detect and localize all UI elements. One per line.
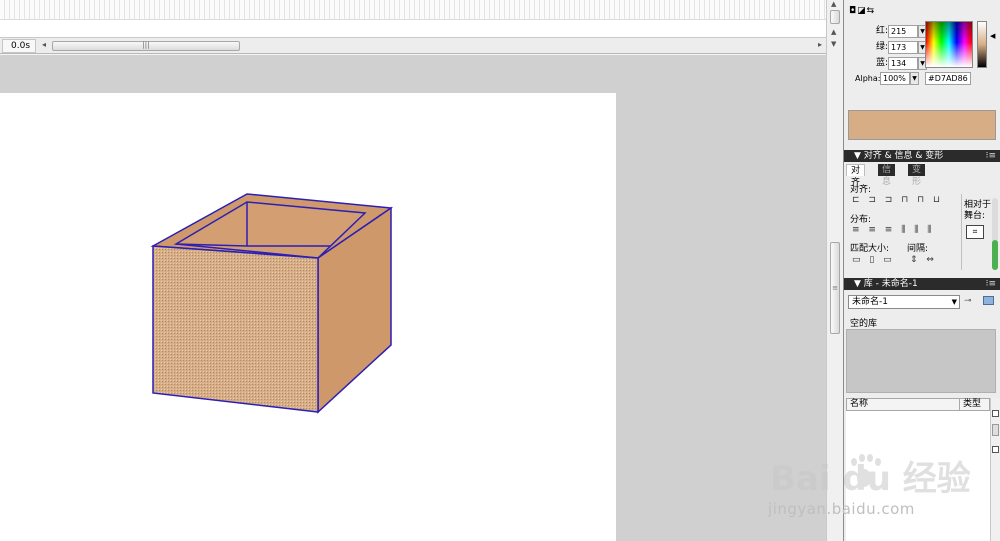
distribute-buttons[interactable]: ≡ ≡ ≡ ⫼ ⫼ ⫼ <box>852 225 934 237</box>
color-mixer-panel: ◘◪⇆ 红: 215 ▼ 绿: 173 ▼ 蓝: 134 ▼ Alpha: 10… <box>844 0 1000 148</box>
box-front-face <box>152 245 319 413</box>
align-panel-title[interactable]: ▼ 对齐 & 信息 & 变形 ⁝≡ <box>844 150 1000 162</box>
panel-menu-icon[interactable]: ⁝≡ <box>986 150 996 162</box>
elapsed-time-readout: 0.0s <box>2 39 36 53</box>
library-preview-area <box>846 329 996 393</box>
tab-transform[interactable]: 变形 <box>908 164 926 187</box>
watermark-url: jingyan.baidu.com <box>768 500 915 518</box>
library-panel-title-text: ▼ 库 - 未命名-1 <box>854 279 918 289</box>
slider-arrow-icon[interactable]: ◀ <box>990 32 995 40</box>
timeline-scroll-thumb[interactable]: ||| <box>52 41 240 51</box>
new-library-panel-icon[interactable] <box>983 296 994 305</box>
scroll-button[interactable] <box>992 410 999 417</box>
timeline-layers-area[interactable] <box>0 20 826 37</box>
library-scroll-thumb[interactable] <box>992 424 999 436</box>
scroll-up-icon[interactable]: ▲ <box>831 28 836 36</box>
align-panel-scrollbar[interactable] <box>992 198 998 270</box>
library-vertical-scrollbar[interactable] <box>990 398 1000 541</box>
divider <box>961 194 962 270</box>
panel-menu-icon[interactable]: ⁝≡ <box>986 278 996 290</box>
column-type[interactable]: 类型 <box>959 399 981 410</box>
red-input[interactable]: 215 <box>888 25 918 38</box>
align-buttons[interactable]: ⊏ ⊐ ⊐ ⊓ ⊓ ⊔ <box>852 195 943 207</box>
chevron-down-icon[interactable]: ▼ <box>952 296 957 308</box>
alpha-dropdown-button[interactable]: ▼ <box>910 72 919 85</box>
tab-align[interactable]: 对齐 <box>846 164 866 188</box>
color-tool-icons[interactable]: ◘◪⇆ <box>849 6 875 16</box>
scroll-button[interactable] <box>992 446 999 453</box>
pin-library-icon[interactable]: ⊸ <box>964 296 972 306</box>
blue-input[interactable]: 134 <box>888 57 918 70</box>
relative-to-stage-toggle[interactable]: ⌗ <box>966 225 984 239</box>
spacing-buttons[interactable]: ⇕ ⇔ <box>910 255 937 267</box>
color-spectrum-picker[interactable] <box>925 21 973 68</box>
alpha-input[interactable]: 100% <box>880 72 910 85</box>
scroll-right-icon[interactable]: ▸ <box>818 40 822 49</box>
open-box-drawing[interactable] <box>0 93 616 541</box>
tab-info[interactable]: 信息 <box>878 164 896 187</box>
red-label: 红: <box>875 26 888 36</box>
timeline-panel: 0.0s ◂ ||| ▸ <box>0 0 830 55</box>
color-preview-swatch <box>848 110 996 140</box>
align-panel-title-text: ▼ 对齐 & 信息 & 变形 <box>854 151 944 161</box>
library-panel-title[interactable]: ▼ 库 - 未命名-1 ⁝≡ <box>844 278 1000 290</box>
timeline-vertical-scroll-thumb[interactable] <box>830 10 840 24</box>
empty-library-text: 空的库 <box>850 319 878 329</box>
align-info-transform-panel: ▼ 对齐 & 信息 & 变形 ⁝≡ 对齐 信息 变形 对齐: ⊏ ⊐ ⊐ ⊓ ⊓… <box>844 150 1000 274</box>
align-label: 对齐: <box>850 185 872 195</box>
hex-color-input[interactable]: #D7AD86 <box>925 72 971 85</box>
scroll-down-icon[interactable]: ▼ <box>831 40 836 48</box>
blue-label: 蓝: <box>875 58 888 68</box>
library-list-header: 名称 类型 <box>846 398 990 411</box>
match-size-label: 匹配大小: <box>850 244 890 254</box>
distribute-label: 分布: <box>850 215 872 225</box>
stage-scroll-thumb[interactable]: ≡ <box>830 242 840 334</box>
column-name[interactable]: 名称 <box>850 399 868 410</box>
brightness-slider[interactable] <box>977 21 987 68</box>
library-select[interactable]: 未命名-1 ▼ <box>848 295 960 309</box>
stage-canvas[interactable] <box>0 93 616 541</box>
library-select-value: 未命名-1 <box>852 297 888 307</box>
frame-ruler[interactable] <box>0 0 826 20</box>
timeline-footer: 0.0s ◂ ||| ▸ <box>0 37 826 54</box>
scroll-left-icon[interactable]: ◂ <box>42 40 46 49</box>
alpha-label: Alpha: <box>855 74 881 83</box>
green-input[interactable]: 173 <box>888 41 918 54</box>
match-size-buttons[interactable]: ▭ ▯ ▭ <box>852 255 895 267</box>
green-label: 绿: <box>875 42 888 52</box>
spacing-label: 间隔: <box>907 244 929 254</box>
timeline-horizontal-scrollbar[interactable]: ||| <box>52 41 816 51</box>
scroll-up-icon[interactable]: ▲ <box>831 0 836 8</box>
pasteboard[interactable] <box>0 55 826 541</box>
relative-to-stage-label: 相对于舞台: <box>964 200 992 221</box>
